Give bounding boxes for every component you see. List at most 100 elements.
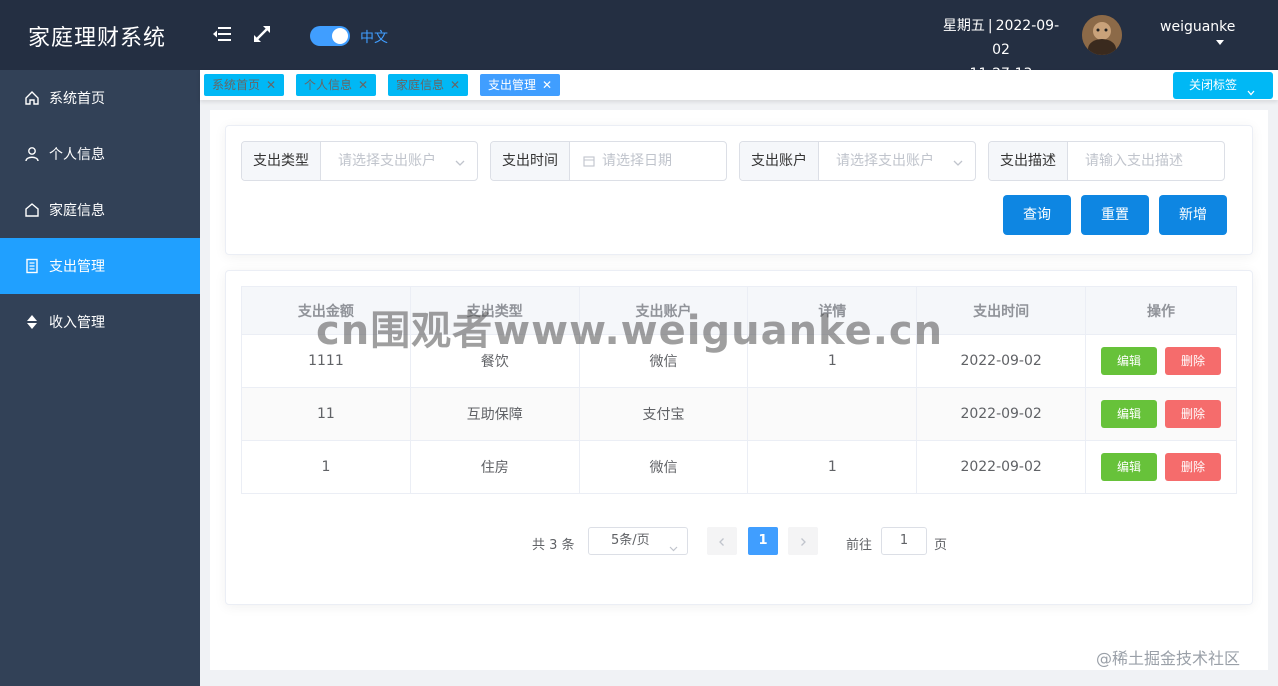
sidebar-item-label: 家庭信息 <box>49 203 105 219</box>
cell-detail: 1 <box>747 440 918 494</box>
edit-button[interactable]: 编辑 <box>1101 400 1158 428</box>
calendar-icon <box>583 155 595 167</box>
tag-profile[interactable]: 个人信息 ✕ <box>296 74 377 96</box>
fullscreen-icon[interactable] <box>252 24 272 44</box>
username[interactable]: weiguanke <box>1160 19 1235 35</box>
sidebar-item-label: 系统首页 <box>49 91 105 107</box>
field-placeholder: 请选择支出账户 <box>836 153 934 169</box>
expense-type-select[interactable]: 支出类型 请选择支出账户 <box>241 141 478 181</box>
sidebar-item-label: 个人信息 <box>49 147 105 163</box>
sort-icon <box>24 314 40 330</box>
query-button[interactable]: 查询 <box>1003 195 1071 235</box>
cell-type: 互助保障 <box>409 387 580 441</box>
home-icon <box>24 90 40 106</box>
goto-label: 前往 <box>846 538 873 553</box>
tag-home[interactable]: 系统首页 ✕ <box>204 74 285 96</box>
pagination: 共 3 条 5条/页 1 前往 1 页 <box>226 527 1254 557</box>
search-card: 支出类型 请选择支出账户 支出时间 请选择日期 支出账户 请选择支出账户 支出描… <box>225 125 1253 255</box>
credit-watermark: @稀土掘金技术社区 <box>1096 649 1241 668</box>
cell-amount: 11 <box>241 387 411 441</box>
sidebar-item-home[interactable]: 系统首页 <box>0 70 200 126</box>
page-number[interactable]: 1 <box>748 527 778 555</box>
cell-type: 住房 <box>409 440 580 494</box>
cell-time: 2022-09-02 <box>916 387 1087 441</box>
expense-account-select[interactable]: 支出账户 请选择支出账户 <box>739 141 976 181</box>
cell-account: 支付宝 <box>578 387 749 441</box>
close-tags-label: 关闭标签 <box>1189 78 1238 92</box>
expense-desc-input[interactable]: 支出描述 请输入支出描述 <box>988 141 1225 181</box>
chevron-down-icon <box>455 156 465 166</box>
field-placeholder: 请输入支出描述 <box>1085 153 1183 169</box>
sidebar-item-profile[interactable]: 个人信息 <box>0 126 200 182</box>
close-tags-button[interactable]: 关闭标签 <box>1173 72 1273 99</box>
sidebar-item-label: 支出管理 <box>49 259 105 275</box>
sidebar-item-expense[interactable]: 支出管理 <box>0 238 200 294</box>
expense-date-picker[interactable]: 支出时间 请选择日期 <box>490 141 727 181</box>
field-label: 支出描述 <box>989 142 1068 180</box>
field-label: 支出类型 <box>242 142 321 180</box>
page-unit-label: 页 <box>934 538 948 553</box>
chevron-down-icon <box>669 537 678 552</box>
sidebar-item-income[interactable]: 收入管理 <box>0 294 200 350</box>
chevron-right-icon <box>798 536 808 546</box>
cell-detail <box>747 387 918 441</box>
language-toggle[interactable] <box>310 26 350 46</box>
page-size-value: 5条/页 <box>611 533 650 548</box>
reset-button[interactable]: 重置 <box>1081 195 1149 235</box>
app-title: 家庭理财系统 <box>28 26 167 51</box>
sidebar-item-label: 收入管理 <box>49 315 105 331</box>
tag-expense[interactable]: 支出管理 ✕ <box>480 74 561 96</box>
edit-button[interactable]: 编辑 <box>1101 453 1158 481</box>
cell-account: 微信 <box>578 440 749 494</box>
cell-actions: 编辑 删除 <box>1085 387 1237 441</box>
delete-button[interactable]: 删除 <box>1165 347 1222 375</box>
tag-label: 家庭信息 <box>396 78 445 92</box>
delete-button[interactable]: 删除 <box>1165 400 1222 428</box>
table-row: 1 住房 微信 1 2022-09-02 编辑 删除 <box>241 440 1237 494</box>
cell-actions: 编辑 删除 <box>1085 440 1237 494</box>
close-icon[interactable]: ✕ <box>266 78 276 92</box>
close-icon[interactable]: ✕ <box>542 78 552 92</box>
sidebar-item-family[interactable]: 家庭信息 <box>0 182 200 238</box>
top-header: 家庭理财系统 中文 星期五|2022-09-02 11:27:13 weigua… <box>0 0 1278 82</box>
cell-amount: 1 <box>241 440 411 494</box>
cell-time: 2022-09-02 <box>916 440 1087 494</box>
main-content: 支出类型 请选择支出账户 支出时间 请选择日期 支出账户 请选择支出账户 支出描… <box>210 110 1268 670</box>
cell-actions: 编辑 删除 <box>1085 334 1237 388</box>
watermark: cn围观者www.weiguanke.cn <box>316 308 944 354</box>
edit-button[interactable]: 编辑 <box>1101 347 1158 375</box>
tag-label: 个人信息 <box>304 78 353 92</box>
house-icon <box>24 202 40 218</box>
prev-page-button[interactable] <box>707 527 737 555</box>
date: 2022-09-02 <box>992 18 1060 58</box>
column-header: 操作 <box>1085 286 1237 335</box>
avatar[interactable] <box>1082 15 1122 55</box>
page-size-select[interactable]: 5条/页 <box>588 527 688 555</box>
tag-label: 支出管理 <box>488 78 537 92</box>
add-button[interactable]: 新增 <box>1159 195 1227 235</box>
sidebar: 系统首页 个人信息 家庭信息 支出管理 收入管理 <box>0 70 200 686</box>
language-label: 中文 <box>360 30 388 46</box>
chevron-down-icon <box>1247 80 1255 96</box>
delete-button[interactable]: 删除 <box>1165 453 1222 481</box>
caret-down-icon[interactable] <box>1216 40 1224 45</box>
table-row: 11 互助保障 支付宝 2022-09-02 编辑 删除 <box>241 387 1237 441</box>
goto-page-input[interactable]: 1 <box>881 527 927 555</box>
field-label: 支出时间 <box>491 142 570 180</box>
weekday: 星期五 <box>942 18 985 34</box>
close-icon[interactable]: ✕ <box>358 78 368 92</box>
next-page-button[interactable] <box>788 527 818 555</box>
menu-fold-icon[interactable] <box>212 24 232 44</box>
toggle-knob <box>332 28 348 44</box>
field-label: 支出账户 <box>740 142 819 180</box>
tags-bar: 系统首页 ✕ 个人信息 ✕ 家庭信息 ✕ 支出管理 ✕ 关闭标签 <box>200 70 1278 100</box>
field-placeholder: 请选择日期 <box>602 153 672 169</box>
user-icon <box>24 146 40 162</box>
tag-label: 系统首页 <box>212 78 261 92</box>
close-icon[interactable]: ✕ <box>450 78 460 92</box>
separator: | <box>987 18 993 34</box>
document-icon <box>24 258 40 274</box>
total-count: 共 3 条 <box>532 538 575 553</box>
field-placeholder: 请选择支出账户 <box>338 153 436 169</box>
tag-family[interactable]: 家庭信息 ✕ <box>388 74 469 96</box>
